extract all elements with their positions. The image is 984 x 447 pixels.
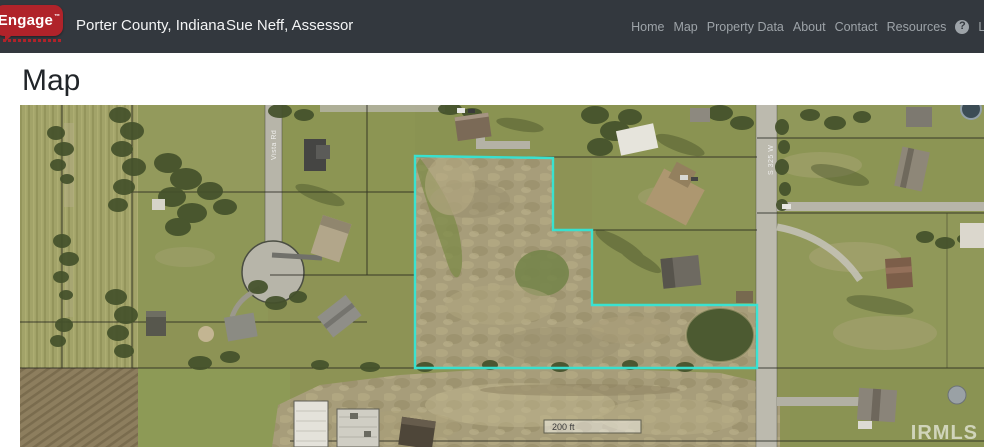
- page-title: Map: [22, 64, 80, 98]
- scale-bar-label: 200 ft: [552, 422, 575, 432]
- aerial-map-svg: Vista Rd S 325 W 200 ft IRMLS: [20, 105, 984, 447]
- road-label-east: S 325 W: [768, 145, 775, 175]
- nav-map[interactable]: Map: [673, 20, 697, 34]
- road-label-west: Vista Rd: [271, 130, 278, 160]
- county-title: Porter County, Indiana: [76, 17, 225, 34]
- nav-about[interactable]: About: [793, 20, 826, 34]
- map-canvas[interactable]: Vista Rd S 325 W 200 ft IRMLS: [20, 105, 984, 447]
- trademark-symbol: ™: [54, 14, 60, 20]
- top-navigation-bar: Engage™ Porter County, Indiana Sue Neff,…: [0, 0, 984, 53]
- nav-login[interactable]: Login: [978, 20, 984, 34]
- assessor-title: Sue Neff, Assessor: [226, 17, 353, 34]
- map-scale-bar: 200 ft: [544, 420, 641, 433]
- main-nav: Home Map Property Data About Contact Res…: [631, 0, 984, 53]
- help-icon[interactable]: ?: [955, 20, 969, 34]
- irmls-watermark: IRMLS: [911, 422, 978, 444]
- nav-resources[interactable]: Resources: [887, 20, 947, 34]
- nav-home[interactable]: Home: [631, 20, 664, 34]
- engage-logo[interactable]: Engage™: [0, 5, 63, 36]
- brand-tagline: [3, 39, 61, 42]
- brand-text: Engage: [0, 12, 53, 29]
- nav-property-data[interactable]: Property Data: [707, 20, 784, 34]
- nav-contact[interactable]: Contact: [835, 20, 878, 34]
